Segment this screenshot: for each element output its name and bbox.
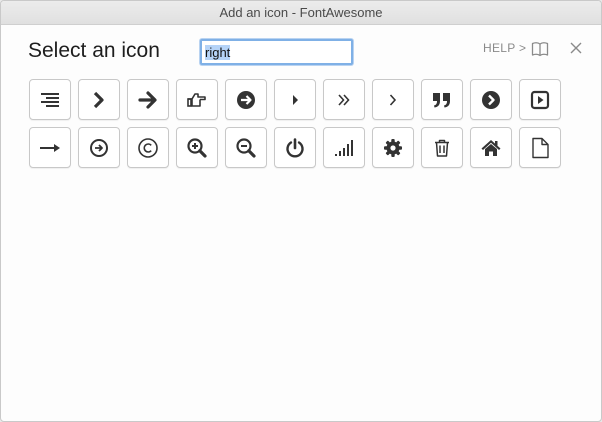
icon-option-angle-right[interactable] <box>372 79 414 120</box>
cog-icon <box>384 138 402 157</box>
power-off-icon <box>286 137 304 157</box>
trash-o-icon <box>435 139 449 157</box>
icon-grid <box>29 79 569 175</box>
arrow-right-icon <box>138 90 157 109</box>
chevron-circle-right-icon <box>482 90 500 109</box>
page-title: Select an icon <box>28 39 160 62</box>
copyright-icon <box>138 137 158 158</box>
help-link[interactable]: HELP > <box>483 41 526 55</box>
close-icon[interactable] <box>570 42 582 54</box>
search-minus-icon <box>236 137 256 158</box>
icon-option-hand-o-right[interactable] <box>176 79 218 120</box>
dialog-window: Add an icon - FontAwesome Select an icon… <box>0 0 602 422</box>
icon-option-search-plus[interactable] <box>176 127 218 168</box>
angle-right-icon <box>389 93 397 106</box>
home-icon <box>481 139 501 156</box>
icon-option-trash-o[interactable] <box>421 127 463 168</box>
icon-option-chevron-circle-right[interactable] <box>470 79 512 120</box>
angle-double-right-icon <box>338 93 350 106</box>
arrow-circle-o-right-icon <box>90 138 108 157</box>
icon-option-angle-double-right[interactable] <box>323 79 365 120</box>
hand-o-right-icon <box>187 92 206 107</box>
icon-option-caret-square-o-right[interactable] <box>519 79 561 120</box>
icon-option-search-minus[interactable] <box>225 127 267 168</box>
icon-option-cog[interactable] <box>372 127 414 168</box>
dialog-header: Select an icon HELP > <box>1 25 601 73</box>
icon-search-input[interactable] <box>200 39 353 65</box>
icon-option-copyright[interactable] <box>127 127 169 168</box>
icon-option-caret-right[interactable] <box>274 79 316 120</box>
icon-option-long-arrow-right[interactable] <box>29 127 71 168</box>
chevron-right-icon <box>93 91 104 108</box>
icon-option-home[interactable] <box>470 127 512 168</box>
icon-option-arrow-circle-o-right[interactable] <box>78 127 120 168</box>
icon-option-chevron-right[interactable] <box>78 79 120 120</box>
icon-option-arrow-right[interactable] <box>127 79 169 120</box>
search-plus-icon <box>187 137 207 158</box>
signal-icon <box>335 139 353 156</box>
icon-option-signal[interactable] <box>323 127 365 168</box>
icon-row <box>29 127 569 168</box>
caret-square-o-right-icon <box>530 90 550 109</box>
icon-option-quote-right[interactable] <box>421 79 463 120</box>
icon-row <box>29 79 569 120</box>
arrow-circle-right-icon <box>237 90 255 109</box>
long-arrow-right-icon <box>40 143 60 152</box>
window-title: Add an icon - FontAwesome <box>1 1 601 25</box>
icon-option-file-o[interactable] <box>519 127 561 168</box>
file-o-icon <box>532 137 549 158</box>
icon-option-arrow-circle-right[interactable] <box>225 79 267 120</box>
icon-option-align-right[interactable] <box>29 79 71 120</box>
caret-right-icon <box>293 94 298 105</box>
align-right-icon <box>41 92 59 107</box>
book-icon[interactable] <box>531 41 549 57</box>
quote-right-icon <box>433 92 450 107</box>
icon-option-power-off[interactable] <box>274 127 316 168</box>
